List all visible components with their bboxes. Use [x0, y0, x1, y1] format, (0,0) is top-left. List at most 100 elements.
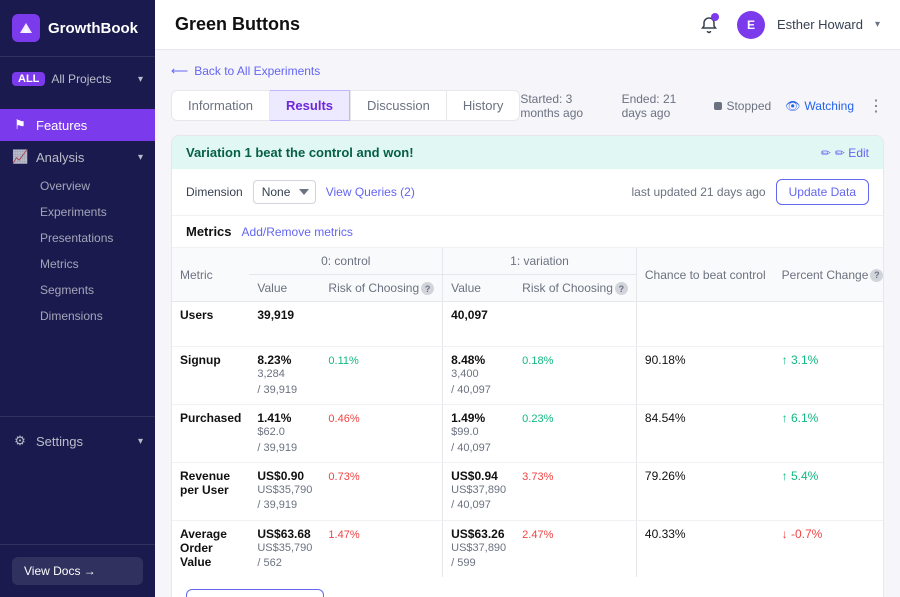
sidebar-item-settings[interactable]: ⚙ Settings ▾	[0, 425, 155, 457]
percent-change: ↓ -0.7%	[774, 520, 883, 577]
table-row: Users 39,919 40,097	[172, 302, 883, 347]
sidebar-item-features[interactable]: ⚑ Features	[0, 109, 155, 141]
tab-results[interactable]: Results	[270, 90, 350, 121]
variation-risk: 0.23%	[514, 405, 636, 463]
metric-name: Users	[172, 302, 249, 347]
percent-change: ↑ 5.4%	[774, 462, 883, 520]
sidebar-item-presentations[interactable]: Presentations	[28, 225, 155, 251]
view-docs-button[interactable]: View Docs →	[12, 557, 143, 585]
features-section: ⚑ Features 📈 Analysis ▾ Overview Experim…	[0, 101, 155, 337]
notifications-button[interactable]	[693, 9, 725, 41]
download-notebook-button[interactable]: Download Notebook	[186, 589, 324, 597]
started-meta: Started: 3 months ago	[520, 92, 607, 120]
help-icon[interactable]: ?	[870, 269, 883, 282]
results-toolbar: Dimension None View Queries (2) last upd…	[172, 169, 883, 216]
status-badge: Stopped	[714, 99, 771, 113]
variation-sub: US$37,890/ 40,097	[451, 483, 506, 514]
control-value: US$63.68 US$35,790/ 562	[249, 520, 320, 577]
tab-history[interactable]: History	[447, 90, 520, 121]
control-value: 8.23% 3,284/ 39,919	[249, 347, 320, 405]
all-projects-section: ALL All Projects ▾	[0, 57, 155, 101]
all-badge: ALL	[12, 72, 45, 86]
control-risk-value: 0.73%	[328, 471, 359, 483]
app-name: GrowthBook	[48, 20, 138, 37]
chance-to-beat: 84.54%	[636, 405, 773, 463]
control-risk	[320, 302, 442, 347]
sidebar-item-label: Analysis	[36, 150, 84, 165]
notification-dot	[711, 13, 719, 21]
topbar-right: E Esther Howard ▾	[693, 9, 880, 41]
help-icon[interactable]: ?	[615, 282, 628, 295]
th-chance: Chance to beat control	[636, 248, 773, 302]
metric-name: Purchased	[172, 405, 249, 463]
tabs-meta: Started: 3 months ago Ended: 21 days ago…	[520, 92, 884, 120]
th-control-group: 0: control	[249, 248, 442, 275]
th-variation-value: Value	[443, 275, 515, 302]
metric-name: Revenue per User	[172, 462, 249, 520]
help-icon[interactable]: ?	[421, 282, 434, 295]
back-link[interactable]: ⟵ Back to All Experiments	[171, 64, 884, 78]
control-risk-value: 1.47%	[328, 529, 359, 541]
variation-risk: 0.18%	[514, 347, 636, 405]
user-menu-chevron-icon[interactable]: ▾	[875, 19, 880, 30]
variation-value: US$63.26 US$37,890/ 599	[443, 520, 515, 577]
table-row: Signup 8.23% 3,284/ 39,919 0.11% 8.48% 3…	[172, 347, 883, 405]
variation-sub: $99.0/ 40,097	[451, 425, 506, 456]
metric-name: Average Order Value	[172, 520, 249, 577]
control-risk-value: 0.46%	[328, 413, 359, 425]
variation-value: 8.48% 3,400/ 40,097	[443, 347, 515, 405]
sidebar-item-metrics[interactable]: Metrics	[28, 251, 155, 277]
th-control-risk: Risk of Choosing?	[320, 275, 442, 302]
percent-change: ↑ 3.1%	[774, 347, 883, 405]
variation-sub: 3,400/ 40,097	[451, 367, 506, 398]
table-row: Average Order Value US$63.68 US$35,790/ …	[172, 520, 883, 577]
control-risk: 0.46%	[320, 405, 442, 463]
results-panel: Variation 1 beat the control and won! ✏ …	[171, 135, 884, 597]
watching-button[interactable]: 👁 Watching	[785, 99, 854, 113]
more-options-button[interactable]: ⋮	[868, 96, 884, 116]
back-arrow-icon: ⟵	[171, 64, 188, 78]
variation-risk-value: 0.18%	[522, 355, 553, 367]
sidebar-item-label: Features	[36, 118, 87, 133]
tab-discussion[interactable]: Discussion	[350, 90, 447, 121]
toolbar-right: last updated 21 days ago Update Data	[632, 179, 870, 205]
all-projects-item[interactable]: ALL All Projects ▾	[0, 65, 155, 93]
chance-to-beat	[636, 302, 773, 347]
sidebar-item-analysis[interactable]: 📈 Analysis ▾	[0, 141, 155, 173]
view-queries-link[interactable]: View Queries (2)	[326, 185, 415, 199]
control-sub: 3,284/ 39,919	[257, 367, 312, 398]
variation-value: 1.49% $99.0/ 40,097	[443, 405, 515, 463]
settings-section: ⚙ Settings ▾	[0, 416, 155, 465]
table-row: Purchased 1.41% $62.0/ 39,919 0.46% 1.49…	[172, 405, 883, 463]
avatar: E	[737, 11, 765, 39]
tab-information[interactable]: Information	[171, 90, 270, 121]
sidebar-item-dimensions[interactable]: Dimensions	[28, 303, 155, 329]
chevron-down-icon: ▾	[138, 436, 143, 447]
user-name: Esther Howard	[777, 17, 863, 32]
variation-value: 40,097	[443, 302, 515, 347]
variation-risk: 3.73%	[514, 462, 636, 520]
chance-to-beat: 79.26%	[636, 462, 773, 520]
metrics-label: Metrics	[186, 224, 232, 239]
edit-button[interactable]: ✏ ✏ Edit	[821, 146, 869, 160]
tabs-row: Information Results Discussion History S…	[171, 90, 884, 121]
sidebar-item-overview[interactable]: Overview	[28, 173, 155, 199]
control-value: 1.41% $62.0/ 39,919	[249, 405, 320, 463]
percent-change	[774, 302, 883, 347]
settings-label: Settings	[36, 434, 83, 449]
sidebar-item-experiments[interactable]: Experiments	[28, 199, 155, 225]
th-variation-risk: Risk of Choosing?	[514, 275, 636, 302]
variation-risk-value: 0.23%	[522, 413, 553, 425]
update-data-button[interactable]: Update Data	[776, 179, 869, 205]
th-control-value: Value	[249, 275, 320, 302]
add-remove-metrics-link[interactable]: Add/Remove metrics	[242, 225, 353, 239]
variation-risk-value: 2.47%	[522, 529, 553, 541]
dimension-select[interactable]: None	[253, 180, 316, 204]
back-label: Back to All Experiments	[194, 64, 320, 78]
sidebar: GrowthBook ALL All Projects ▾ ⚑ Features…	[0, 0, 155, 597]
last-updated-text: last updated 21 days ago	[632, 185, 766, 199]
sidebar-item-segments[interactable]: Segments	[28, 277, 155, 303]
toolbar-left: Dimension None View Queries (2)	[186, 180, 415, 204]
stopped-icon	[714, 102, 722, 110]
th-pct-change: Percent Change?	[774, 248, 883, 302]
